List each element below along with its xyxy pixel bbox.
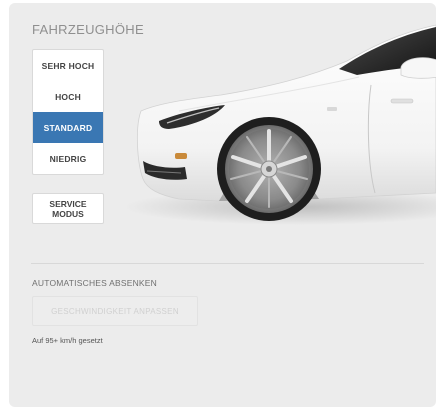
height-option-niedrig[interactable]: NIEDRIG (33, 143, 103, 174)
car-side-front-icon (124, 24, 436, 225)
service-mode-button[interactable]: SERVICE MODUS (32, 193, 104, 224)
ride-height-selector: SEHR HOCH HOCH STANDARD NIEDRIG (32, 49, 104, 175)
auto-lower-label: AUTOMATISCHES ABSENKEN (32, 278, 158, 288)
adjust-speed-button[interactable]: GESCHWINDIGKEIT ANPASSEN (32, 296, 198, 326)
service-mode-label-line2: MODUS (52, 208, 84, 219)
auto-lower-status: Auf 95+ km/h gesetzt (32, 336, 103, 345)
service-mode-label-line1: SERVICE (49, 198, 87, 209)
height-option-sehr-hoch[interactable]: SEHR HOCH (33, 50, 103, 81)
ride-height-panel: FAHRZEUGHÖHE SEHR HOCH HOCH STANDARD NIE… (9, 3, 436, 407)
section-divider (31, 263, 424, 264)
height-option-standard[interactable]: STANDARD (33, 112, 103, 143)
height-option-hoch[interactable]: HOCH (33, 81, 103, 112)
